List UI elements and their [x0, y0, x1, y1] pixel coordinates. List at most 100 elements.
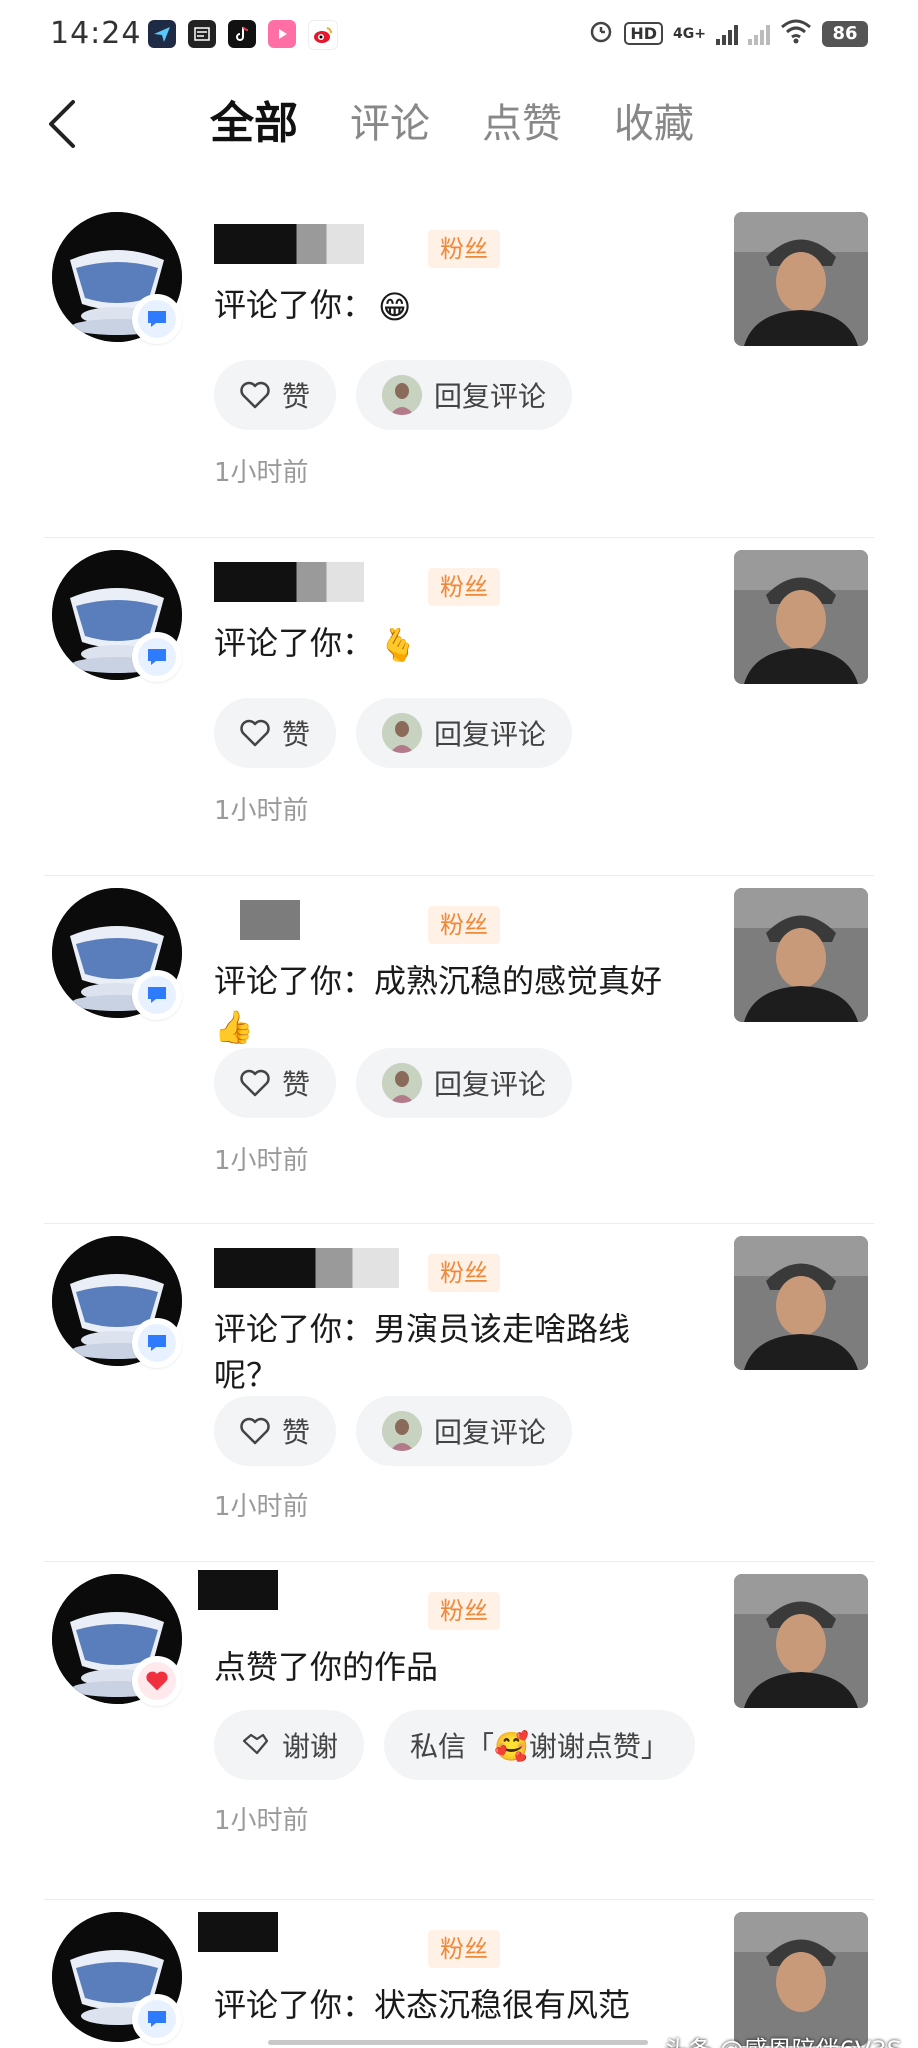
reply-comment-button[interactable]: 回复评论 — [356, 1048, 573, 1118]
like-button-label: 赞 — [282, 380, 311, 413]
actions: 赞 回复评论 — [214, 360, 573, 430]
notification-text: 评论了你： 😁 — [214, 282, 684, 330]
like-button-label: 赞 — [282, 1416, 311, 1449]
alarm-icon — [588, 18, 614, 49]
comment-badge — [132, 294, 182, 344]
reply-comment-label: 回复评论 — [434, 718, 547, 751]
send-app-icon — [148, 20, 176, 48]
post-thumbnail[interactable] — [734, 888, 868, 1022]
weibo-app-icon — [308, 20, 338, 50]
comment-icon — [148, 311, 166, 327]
like-badge — [132, 1656, 182, 1706]
thanks-button-label: 谢谢 — [282, 1730, 339, 1763]
notification-text: 评论了你：男演员该走啥路线呢？ — [214, 1310, 631, 1394]
private-message-label: 私信「🥰谢谢点赞」 — [410, 1730, 669, 1763]
like-button[interactable]: 赞 — [214, 1048, 337, 1118]
post-thumbnail[interactable] — [734, 1912, 868, 2046]
handshake-icon — [242, 1733, 269, 1755]
timestamp: 1小时前 — [214, 1806, 309, 1836]
like-button[interactable]: 赞 — [214, 1396, 337, 1466]
status-time: 14:24 — [50, 16, 142, 51]
post-thumbnail[interactable] — [734, 1236, 868, 1370]
fan-tag: 粉丝 — [428, 230, 500, 268]
mini-avatar — [382, 1411, 423, 1451]
list-item[interactable]: 粉丝 评论了你： 😁 赞 回复评论 1小时前 — [0, 200, 918, 538]
comment-icon — [148, 1335, 166, 1351]
list-item[interactable]: 粉丝 评论了你： 🫰 赞 回复评论 1小时前 — [0, 538, 918, 876]
list-item[interactable]: 粉丝 点赞了你的作品 谢谢 私信「🥰谢谢点赞」 1小时前 — [0, 1562, 918, 1900]
fan-tag: 粉丝 — [428, 1592, 500, 1630]
signal-sim2-icon — [748, 23, 770, 45]
list-item[interactable]: 粉丝 评论了你：男演员该走啥路线呢？ 赞 回复评论 1小时前 — [0, 1224, 918, 1562]
tab-comments[interactable]: 评论 — [350, 94, 430, 154]
status-app-icons — [148, 20, 338, 50]
mini-avatar — [382, 375, 423, 415]
toutiao-app-icon — [188, 20, 216, 48]
like-button[interactable]: 赞 — [214, 360, 337, 430]
reply-comment-button[interactable]: 回复评论 — [356, 698, 573, 768]
comment-icon — [148, 2011, 166, 2027]
hd-label: HD — [624, 22, 664, 45]
like-button[interactable]: 赞 — [214, 698, 337, 768]
fan-tag: 粉丝 — [428, 1254, 500, 1292]
actions: 谢谢 私信「🥰谢谢点赞」 — [214, 1710, 695, 1780]
post-thumbnail[interactable] — [734, 212, 868, 346]
comment-icon — [148, 987, 166, 1003]
tab-favorites[interactable]: 收藏 — [614, 94, 694, 154]
tab-likes[interactable]: 点赞 — [482, 94, 562, 154]
private-message-button[interactable]: 私信「🥰谢谢点赞」 — [384, 1710, 695, 1780]
mini-avatar — [382, 1063, 423, 1103]
comment-badge — [132, 1318, 182, 1368]
fan-tag: 粉丝 — [428, 1930, 500, 1968]
post-thumbnail[interactable] — [734, 1574, 868, 1708]
notification-text-body: 评论了你： — [214, 286, 375, 324]
notification-text: 评论了你： 🫰 — [214, 620, 684, 668]
comment-badge — [132, 1994, 182, 2044]
back-button[interactable] — [40, 94, 84, 154]
timestamp: 1小时前 — [214, 796, 309, 826]
watermark: 头条 @感恩陪伴6V3S — [664, 2030, 902, 2048]
video-app-icon — [268, 20, 296, 48]
timestamp: 1小时前 — [214, 1492, 309, 1522]
actions: 赞 回复评论 — [214, 698, 573, 768]
thanks-button[interactable]: 谢谢 — [214, 1710, 365, 1780]
list-item[interactable]: 粉丝 评论了你：成熟沉稳的感觉真好👍 赞 回复评论 1小时前 — [0, 876, 918, 1224]
notification-text: 点赞了你的作品 — [214, 1648, 439, 1686]
username-redacted — [214, 1248, 399, 1288]
heart-filled-icon — [146, 1671, 168, 1691]
home-indicator — [268, 2040, 648, 2045]
tab-all[interactable]: 全部 — [210, 94, 298, 154]
actions: 赞 回复评论 — [214, 1048, 573, 1118]
grin-emoji: 😁 — [378, 288, 412, 326]
fan-tag: 粉丝 — [428, 568, 500, 606]
comment-badge — [132, 970, 182, 1020]
reply-comment-label: 回复评论 — [434, 1068, 547, 1101]
heart-outline-icon — [240, 381, 270, 409]
reply-comment-button[interactable]: 回复评论 — [356, 360, 573, 430]
comment-badge — [132, 632, 182, 682]
username-redacted — [214, 562, 364, 602]
actions: 赞 回复评论 — [214, 1396, 573, 1466]
finger-heart-emoji: 🫰 — [378, 626, 418, 664]
network-label: 4G+ — [673, 25, 706, 42]
list-item[interactable]: 粉丝 评论了你：状态沉稳很有风范 — [0, 1900, 918, 2048]
like-button-label: 赞 — [282, 1068, 311, 1101]
mini-avatar — [382, 713, 423, 753]
notifications-screen: 14:24 HD 4G+ 86 全部 评论 点赞 收藏 粉丝 评论了你： 😁 赞… — [0, 0, 918, 2048]
like-button-label: 赞 — [282, 718, 311, 751]
timestamp: 1小时前 — [214, 458, 309, 488]
comment-icon — [148, 649, 166, 665]
reply-comment-label: 回复评论 — [434, 1416, 547, 1449]
heart-outline-icon — [240, 1417, 270, 1445]
signal-strength-icon — [716, 23, 738, 45]
username-redacted — [198, 1570, 278, 1610]
tab-bar: 全部 评论 点赞 收藏 — [210, 94, 694, 154]
notification-text: 评论了你：状态沉稳很有风范 — [214, 1986, 631, 2024]
reply-comment-button[interactable]: 回复评论 — [356, 1396, 573, 1466]
post-thumbnail[interactable] — [734, 550, 868, 684]
username-redacted — [198, 1912, 278, 1952]
heart-outline-icon — [240, 1069, 270, 1097]
notification-text: 评论了你：成熟沉稳的感觉真好👍 — [214, 962, 663, 1046]
battery-indicator: 86 — [822, 20, 868, 47]
fan-tag: 粉丝 — [428, 906, 500, 944]
